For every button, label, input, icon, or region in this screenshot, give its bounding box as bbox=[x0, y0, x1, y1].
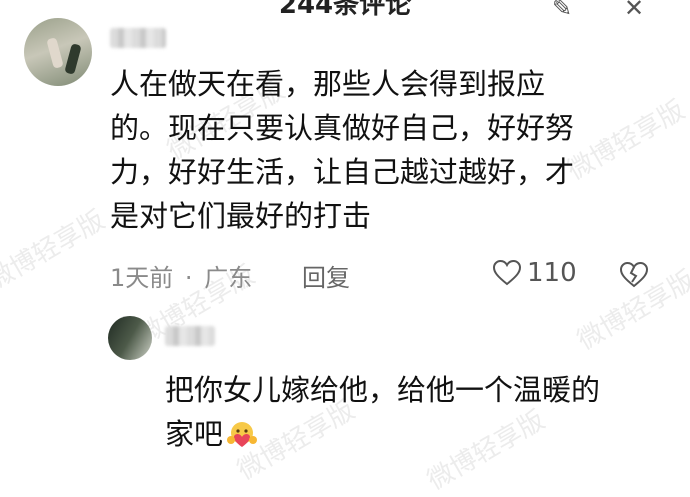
like-count: 110 bbox=[527, 258, 577, 288]
meta-separator: · bbox=[184, 264, 193, 292]
comment-location: 广东 bbox=[204, 264, 253, 292]
pen-icon[interactable]: ✎ bbox=[552, 0, 572, 22]
watermark: 微博轻享版 bbox=[0, 205, 111, 297]
close-icon[interactable]: ✕ bbox=[624, 0, 644, 22]
reply-username-blurred[interactable] bbox=[165, 326, 215, 346]
comments-count-title: 244条评论 bbox=[278, 0, 412, 20]
comment-meta: 1天前 · 广东 bbox=[110, 258, 252, 293]
reply-line-last: 家吧 bbox=[165, 412, 259, 456]
avatar[interactable] bbox=[24, 18, 92, 86]
reply-line: 把你女儿嫁给他，给他一个温暖的 bbox=[165, 373, 601, 407]
comment-line: 力，好好生活，让自己越过越好，才 bbox=[110, 155, 575, 189]
comment-line: 人在做天在看，那些人会得到报应 bbox=[110, 67, 546, 101]
watermark: 微博轻享版 bbox=[422, 405, 551, 497]
comment-line: 是对它们最好的打击 bbox=[110, 199, 372, 233]
watermark: 微博轻享版 bbox=[562, 95, 690, 187]
heart-outline-icon bbox=[493, 260, 521, 286]
username-blurred[interactable] bbox=[110, 28, 166, 48]
comment-line: 的。现在只要认真做好自己，好好努 bbox=[110, 111, 575, 145]
broken-heart-icon[interactable] bbox=[620, 262, 648, 288]
reply-button[interactable]: 回复 bbox=[302, 258, 350, 293]
reply-avatar[interactable] bbox=[108, 316, 152, 360]
hugging-heart-emoji-icon bbox=[227, 422, 258, 447]
comment-time: 1天前 bbox=[110, 264, 174, 292]
reply-line: 家吧 bbox=[165, 417, 224, 451]
like-button[interactable]: 110 bbox=[493, 258, 577, 288]
